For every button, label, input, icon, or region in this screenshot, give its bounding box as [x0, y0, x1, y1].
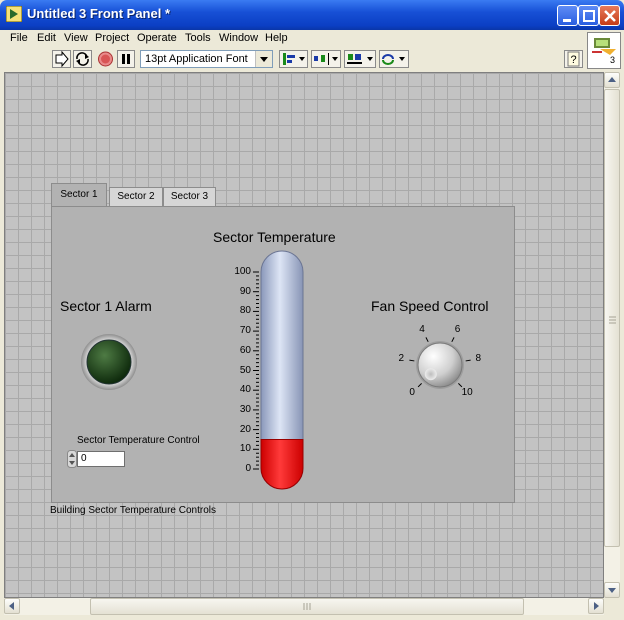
fan-knob-scale-label: 0	[409, 386, 415, 398]
minimize-button[interactable]	[557, 5, 578, 26]
vertical-scroll-thumb[interactable]	[604, 89, 620, 547]
thermometer-scale-label: 10	[239, 443, 251, 455]
thermometer-indicator	[253, 250, 304, 490]
font-select-value: 13pt Application Font	[145, 53, 248, 65]
thermometer-scale-label: 40	[239, 384, 251, 396]
align-objects-icon[interactable]	[279, 50, 308, 68]
menu-bar: File Edit View Project Operate Tools Win…	[0, 30, 586, 47]
tab-sector-1[interactable]: Sector 1	[51, 183, 107, 207]
thermometer-scale-label: 0	[245, 463, 251, 474]
vi-icon[interactable]: 3	[587, 32, 621, 69]
pause-icon[interactable]	[117, 50, 135, 68]
thermometer-scale-label: 80	[239, 305, 251, 317]
fan-knob-scale-label: 6	[454, 324, 461, 336]
scroll-left-button[interactable]	[4, 598, 20, 614]
scroll-right-button[interactable]	[588, 598, 604, 614]
thermometer-mercury-fill	[260, 438, 304, 490]
thermometer-scale-label: 20	[239, 423, 251, 435]
maximize-icon	[583, 10, 595, 22]
temp-control-label: Sector Temperature Control	[77, 435, 200, 446]
window-title: Untitled 3 Front Panel *	[27, 6, 171, 21]
horizontal-scroll-thumb[interactable]	[90, 598, 524, 615]
temp-control-increment-decrement[interactable]	[67, 450, 77, 468]
abort-icon[interactable]	[96, 50, 115, 68]
fan-knob-tick	[465, 359, 471, 362]
menu-edit[interactable]: Edit	[37, 32, 56, 44]
fan-knob-scale-label: 8	[475, 352, 482, 364]
chevron-up-icon	[608, 77, 616, 82]
menu-operate[interactable]: Operate	[137, 32, 177, 44]
distribute-objects-icon[interactable]	[311, 50, 341, 68]
font-select[interactable]: 13pt Application Font	[140, 50, 273, 68]
grip-icon	[609, 316, 616, 324]
alarm-led-indicator[interactable]	[79, 332, 139, 392]
menu-project[interactable]: Project	[95, 32, 129, 44]
close-button[interactable]	[599, 5, 620, 26]
resize-objects-icon[interactable]	[344, 50, 376, 68]
vi-icon-label: 3	[610, 55, 616, 65]
fan-knob-scale-label: 4	[419, 324, 425, 336]
menu-tools[interactable]: Tools	[185, 32, 211, 44]
chevron-down-icon[interactable]	[255, 51, 272, 67]
tab-control-caption: Building Sector Temperature Controls	[50, 505, 217, 516]
front-panel-canvas[interactable]: Sector 1 Sector 2 Sector 3 Sector 1 Alar…	[4, 72, 604, 598]
fan-knob-tick	[425, 337, 429, 343]
thermometer-scale-label: 30	[239, 403, 251, 415]
thermometer-scale-label: 90	[239, 285, 251, 297]
thermometer-label: Sector Temperature	[213, 229, 336, 245]
toolbar: 13pt Application Font ?	[0, 47, 586, 72]
thermometer-scale-label: 100	[234, 266, 251, 277]
menu-view[interactable]: View	[64, 32, 88, 44]
help-icon[interactable]: ?	[564, 50, 583, 68]
thermometer-scale-label: 60	[239, 344, 251, 356]
maximize-button[interactable]	[578, 5, 599, 26]
menu-help[interactable]: Help	[265, 32, 288, 44]
temp-control-value: 0	[81, 453, 87, 464]
horizontal-scrollbar[interactable]	[4, 598, 604, 615]
fan-knob-scale-label: 2	[398, 352, 405, 364]
fan-knob-pointer	[424, 368, 437, 381]
run-continuously-icon[interactable]	[73, 50, 92, 68]
grip-icon	[303, 603, 311, 610]
scrollbar-corner	[604, 598, 620, 615]
close-icon	[604, 10, 616, 22]
fan-knob-tick	[417, 383, 422, 388]
title-bar[interactable]: Untitled 3 Front Panel *	[0, 0, 624, 30]
menu-file[interactable]: File	[10, 32, 28, 44]
scroll-up-button[interactable]	[604, 72, 620, 88]
chevron-right-icon	[594, 602, 599, 610]
fan-knob-label: Fan Speed Control	[371, 298, 489, 314]
tab-sector-2[interactable]: Sector 2	[109, 187, 163, 206]
thermometer-tick-marks	[253, 271, 259, 470]
alarm-label: Sector 1 Alarm	[60, 298, 152, 314]
fan-knob-scale-label: 10	[461, 386, 473, 398]
chevron-down-icon	[608, 588, 616, 593]
temp-control-input[interactable]: 0	[77, 451, 125, 467]
vi-connector-icon	[589, 35, 619, 66]
vertical-scrollbar[interactable]	[604, 72, 620, 598]
fan-knob-tick	[409, 359, 415, 362]
run-arrow-icon[interactable]	[52, 50, 71, 68]
svg-text:?: ?	[570, 54, 576, 66]
reorder-icon[interactable]	[379, 50, 409, 68]
fan-knob-tick	[451, 337, 455, 343]
scroll-down-button[interactable]	[604, 582, 620, 598]
menu-window[interactable]: Window	[219, 32, 258, 44]
labview-app-icon	[6, 6, 22, 22]
thermometer-scale-label: 50	[239, 364, 251, 376]
thermometer-scale-label: 70	[239, 325, 251, 337]
minimize-icon	[563, 19, 571, 22]
chevron-left-icon	[9, 602, 14, 610]
tab-sector-3[interactable]: Sector 3	[163, 187, 216, 206]
